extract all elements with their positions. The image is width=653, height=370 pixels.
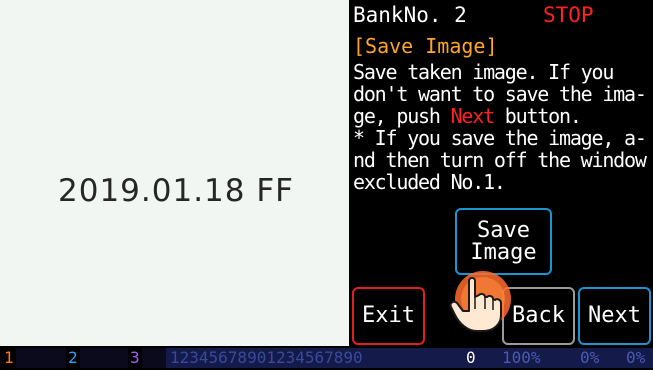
status-indicator: STOP — [543, 3, 594, 27]
percent-value-1: 100% — [502, 348, 541, 367]
message-line: Save taken image. If you — [353, 60, 614, 84]
header: BankNo. 2 STOP — [353, 3, 649, 33]
dialog-message: Save taken image. If you don't want to s… — [353, 61, 653, 193]
message-line: ge, push Next button. — [353, 104, 582, 128]
slot-3-label: 3 — [130, 348, 140, 367]
digit-row: 12345678901234567890 — [170, 348, 363, 367]
control-panel: BankNo. 2 STOP [Save Image] Save taken i… — [349, 0, 653, 346]
bank-number: BankNo. 2 — [353, 3, 467, 27]
exit-button-label: Exit — [362, 303, 415, 328]
captured-image-preview: 2019.01.18 FF — [0, 0, 349, 346]
next-highlight: Next — [450, 104, 496, 128]
captured-image-text: 2019.01.18 FF — [58, 173, 295, 209]
slot-1-label: 1 — [4, 348, 14, 367]
slot-2-bar — [80, 348, 128, 368]
back-button-label: Back — [512, 303, 565, 328]
next-button-label: Next — [588, 303, 641, 328]
counter-value: 0 — [466, 348, 476, 367]
dialog-title: [Save Image] — [353, 34, 498, 58]
save-button-label-line2: Image — [470, 239, 537, 265]
save-image-button[interactable]: Save Image — [455, 208, 552, 275]
message-line: excluded No.1. — [353, 170, 506, 194]
percent-value-3: 0% — [626, 348, 646, 367]
pointing-hand-icon — [449, 271, 511, 332]
slot-3-bar — [142, 348, 166, 368]
message-line: nd then turn off the window — [353, 148, 647, 172]
message-line: * If you save the image, a- — [353, 126, 647, 150]
status-bar: 1 2 3 12345678901234567890 0 100% 0% 0% — [0, 346, 653, 370]
exit-button[interactable]: Exit — [352, 287, 425, 345]
save-button-label-line1: Save — [477, 217, 530, 243]
slot-1-bar — [16, 348, 66, 368]
percent-value-2: 0% — [580, 348, 600, 367]
next-button[interactable]: Next — [578, 287, 651, 345]
slot-2-label: 2 — [68, 348, 78, 367]
message-line: don't want to save the ima- — [353, 82, 647, 106]
